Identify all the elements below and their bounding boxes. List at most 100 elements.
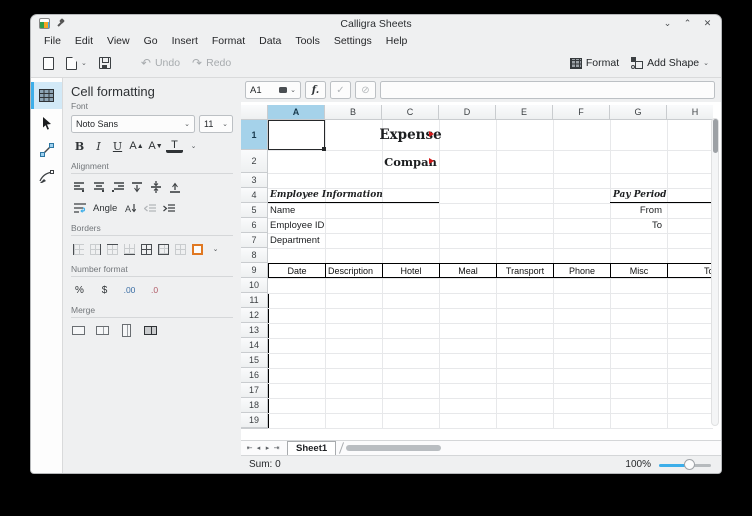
row-header-2[interactable]: 2	[241, 150, 268, 173]
undo-button[interactable]: ↶Undo	[137, 54, 184, 72]
align-right-icon[interactable]	[109, 179, 126, 195]
unmerge-cells-icon[interactable]	[143, 323, 158, 338]
row-header-9[interactable]: 9	[241, 263, 268, 278]
formula-input[interactable]	[380, 81, 715, 99]
table-header-hotel[interactable]: Hotel	[383, 264, 440, 277]
menu-tools[interactable]: Tools	[288, 33, 327, 49]
cell-a6-employee-id[interactable]: Employee ID	[268, 218, 368, 233]
sheet-tab[interactable]: Sheet1	[287, 441, 336, 455]
redo-button[interactable]: ↷Redo	[188, 54, 235, 72]
menu-data[interactable]: Data	[252, 33, 288, 49]
selection-fill-handle[interactable]	[322, 147, 326, 151]
currency-format-button[interactable]: $	[96, 282, 113, 298]
close-button[interactable]: ✕	[702, 18, 713, 29]
spreadsheet-grid[interactable]: 19181716151413121110987654321HGFEDCBA Ex…	[241, 105, 713, 431]
table-header-transport[interactable]: Transport	[497, 264, 554, 277]
expense-table-header-row[interactable]: Date Description Hotel Meal Transport Ph…	[268, 263, 713, 278]
menu-edit[interactable]: Edit	[68, 33, 100, 49]
cell-tool-button[interactable]	[31, 82, 62, 109]
open-document-button[interactable]: ⌄	[62, 54, 91, 73]
border-outline-icon[interactable]	[156, 242, 171, 257]
merge-vertical-icon[interactable]	[119, 323, 134, 338]
align-vcenter-icon[interactable]	[147, 179, 164, 195]
menu-insert[interactable]: Insert	[165, 33, 205, 49]
cell-a7-department[interactable]: Department	[268, 233, 368, 248]
horizontal-scrollbar-thumb[interactable]	[346, 445, 441, 451]
next-sheet-button[interactable]: ▸	[263, 444, 272, 452]
row-header-4[interactable]: 4	[241, 188, 268, 203]
path-tool-button[interactable]	[31, 163, 62, 190]
menu-help[interactable]: Help	[379, 33, 415, 49]
row-header-16[interactable]: 16	[241, 368, 268, 383]
row-header-1[interactable]: 1	[241, 120, 268, 150]
row-header-18[interactable]: 18	[241, 398, 268, 413]
cell-c2-subtitle[interactable]: Compan	[325, 150, 496, 173]
table-header-misc[interactable]: Misc	[611, 264, 668, 277]
cell-c1-title[interactable]: Expense	[325, 120, 496, 150]
menu-format[interactable]: Format	[205, 33, 252, 49]
cell-g6-to[interactable]: To	[610, 218, 665, 233]
merge-cells-icon[interactable]	[71, 323, 86, 338]
column-header-g[interactable]: G	[610, 105, 667, 120]
column-header-f[interactable]: F	[553, 105, 610, 120]
angle-button[interactable]: Angle	[90, 200, 120, 216]
text-color-button[interactable]: T	[166, 139, 183, 153]
merge-horizontal-icon[interactable]	[95, 323, 110, 338]
underline-button[interactable]: U	[109, 138, 126, 154]
row-header-14[interactable]: 14	[241, 338, 268, 353]
select-tool-button[interactable]	[31, 109, 62, 136]
cell-a4-employee-info[interactable]: Employee Information	[268, 188, 439, 203]
cell-g4-pay-period[interactable]: Pay Period	[610, 188, 713, 203]
column-header-c[interactable]: C	[382, 105, 439, 120]
font-family-select[interactable]: Noto Sans⌄	[71, 115, 195, 133]
row-header-17[interactable]: 17	[241, 383, 268, 398]
formula-wizard-button[interactable]: f.	[305, 81, 326, 99]
save-button[interactable]	[95, 54, 115, 72]
title-bar[interactable]: Calligra Sheets ⌄ ⌃ ✕	[31, 15, 721, 32]
row-header-10[interactable]: 10	[241, 278, 268, 293]
vertical-scrollbar[interactable]	[711, 118, 719, 426]
border-right-icon[interactable]	[88, 242, 103, 257]
border-all-icon[interactable]	[139, 242, 154, 257]
last-sheet-button[interactable]: ⇥	[272, 444, 281, 452]
wrap-text-icon[interactable]	[71, 200, 88, 216]
table-header-total[interactable]: Total	[668, 264, 713, 277]
first-sheet-button[interactable]: ⇤	[245, 444, 254, 452]
cancel-formula-button[interactable]: ⊘	[355, 81, 376, 99]
table-header-phone[interactable]: Phone	[554, 264, 611, 277]
border-left-icon[interactable]	[71, 242, 86, 257]
decrease-precision-button[interactable]: .0	[146, 282, 163, 298]
row-header-3[interactable]: 3	[241, 173, 268, 188]
menu-view[interactable]: View	[100, 33, 137, 49]
percent-format-button[interactable]: %	[71, 282, 88, 298]
border-color-swatch[interactable]	[190, 242, 205, 257]
apply-formula-button[interactable]: ✓	[330, 81, 351, 99]
menu-file[interactable]: File	[37, 33, 68, 49]
new-document-button[interactable]	[39, 54, 58, 73]
row-header-8[interactable]: 8	[241, 248, 268, 263]
maximize-button[interactable]: ⌃	[682, 18, 693, 29]
grow-font-icon[interactable]: A▲	[128, 138, 145, 154]
border-bottom-icon[interactable]	[122, 242, 137, 257]
column-header-d[interactable]: D	[439, 105, 496, 120]
row-header-5[interactable]: 5	[241, 203, 268, 218]
chevron-down-icon[interactable]: ⌄	[185, 138, 202, 154]
align-center-icon[interactable]	[90, 179, 107, 195]
cell-a5-name[interactable]: Name	[268, 203, 368, 218]
select-all-corner[interactable]	[241, 105, 268, 120]
align-top-icon[interactable]	[128, 179, 145, 195]
cell-reference-box[interactable]: A1 ⌄	[245, 81, 301, 99]
row-header-15[interactable]: 15	[241, 353, 268, 368]
zoom-slider-handle[interactable]	[684, 459, 695, 470]
zoom-slider[interactable]	[659, 459, 711, 471]
line-tool-button[interactable]	[31, 136, 62, 163]
column-header-e[interactable]: E	[496, 105, 553, 120]
column-header-h[interactable]: H	[667, 105, 713, 120]
vertical-scrollbar-thumb[interactable]	[713, 119, 718, 153]
table-header-meal[interactable]: Meal	[440, 264, 497, 277]
align-bottom-icon[interactable]	[166, 179, 183, 195]
bold-button[interactable]: B	[71, 138, 88, 154]
chevron-down-icon[interactable]: ⌄	[207, 241, 224, 257]
pin-icon[interactable]	[56, 19, 65, 28]
font-size-select[interactable]: 11⌄	[199, 115, 233, 133]
